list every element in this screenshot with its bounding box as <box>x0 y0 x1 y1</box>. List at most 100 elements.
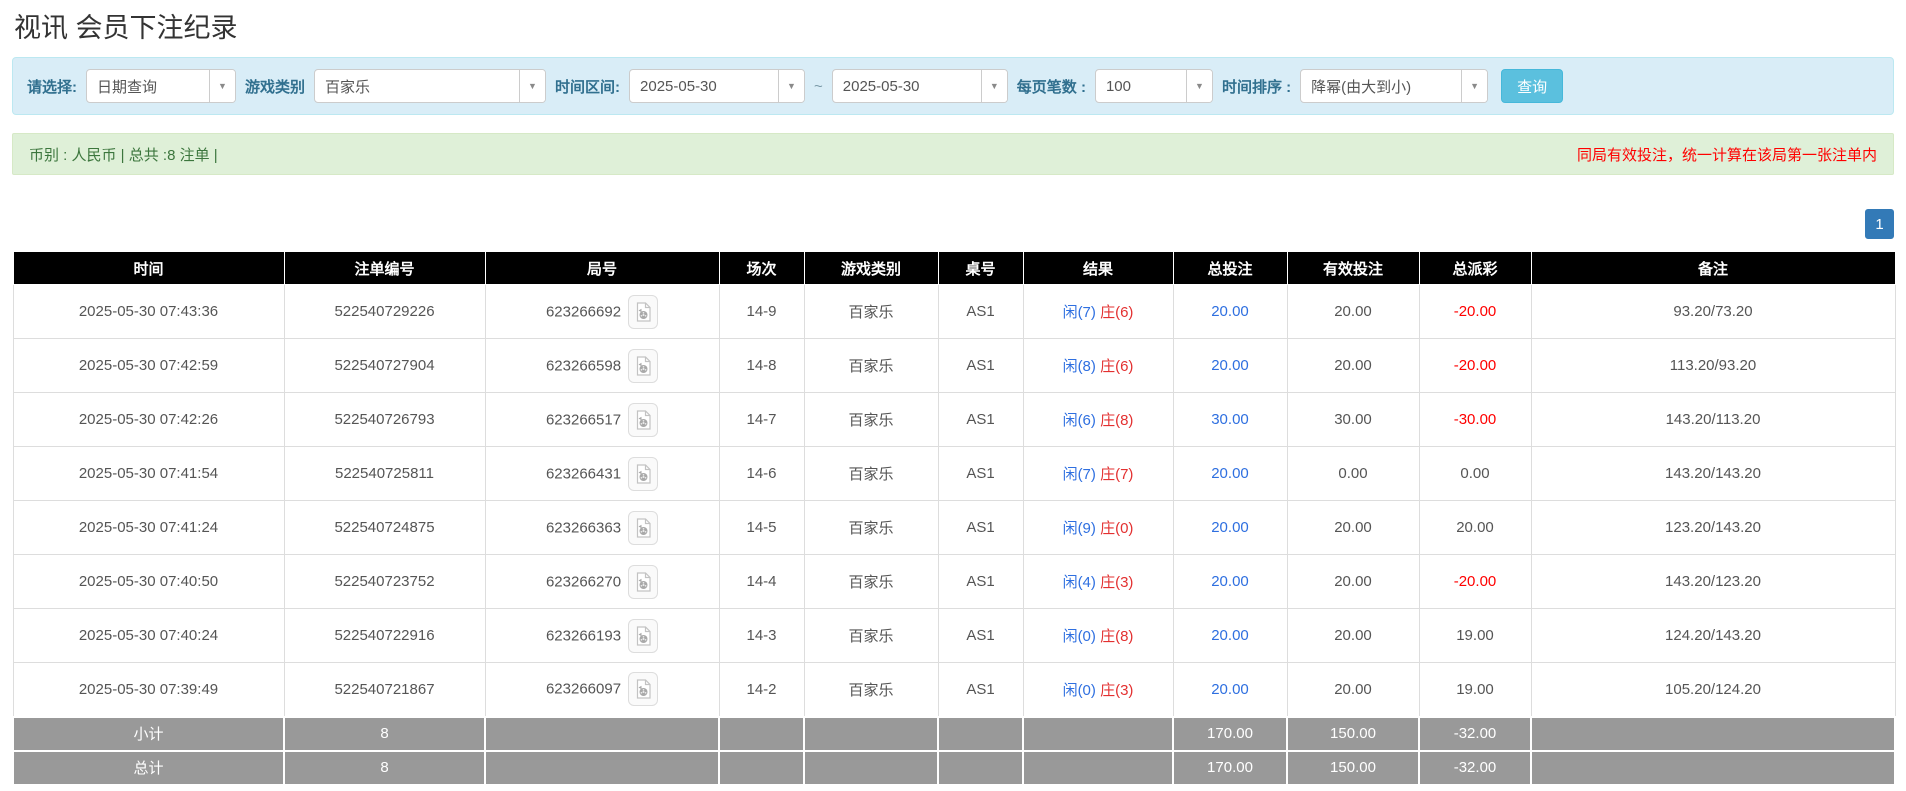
result-player: 闲(7) <box>1063 304 1096 321</box>
round-number: 623266193 <box>546 627 621 644</box>
subtotal-valid-bet: 150.00 <box>1287 717 1419 751</box>
chevron-down-icon[interactable]: ▼ <box>778 70 804 102</box>
video-replay-button[interactable] <box>628 619 658 653</box>
column-header-7: 总投注 <box>1173 252 1287 285</box>
cell-result: 闲(9) 庄(0) <box>1023 501 1173 555</box>
table-row-5: 2025-05-30 07:40:50522540723752623266270… <box>13 555 1895 609</box>
result-player: 闲(6) <box>1063 412 1096 429</box>
video-replay-icon <box>635 572 652 592</box>
summary-bar: 币别 : 人民币 | 总共 :8 注单 | 同局有效投注，统一计算在该局第一张注… <box>12 133 1894 175</box>
cell-total-bet: 20.00 <box>1173 339 1287 393</box>
chevron-down-icon[interactable]: ▼ <box>209 70 235 102</box>
result-player: 闲(0) <box>1063 682 1096 699</box>
query-type-select[interactable]: 日期查询 ▼ <box>86 69 236 103</box>
video-replay-button[interactable] <box>628 672 658 706</box>
chevron-down-icon[interactable]: ▼ <box>519 70 545 102</box>
search-button[interactable]: 查询 <box>1501 69 1563 103</box>
chevron-down-icon[interactable]: ▼ <box>981 70 1007 102</box>
column-header-2: 局号 <box>485 252 719 285</box>
video-replay-button[interactable] <box>628 295 658 329</box>
query-type-value: 日期查询 <box>87 70 209 102</box>
cell-time: 2025-05-30 07:42:26 <box>13 393 284 447</box>
cell-payout: 19.00 <box>1419 663 1531 717</box>
video-replay-icon <box>635 302 652 322</box>
cell-valid-bet: 30.00 <box>1287 393 1419 447</box>
video-replay-icon <box>635 464 652 484</box>
cell-total-bet: 30.00 <box>1173 393 1287 447</box>
cell-game-category: 百家乐 <box>804 555 938 609</box>
cell-valid-bet: 20.00 <box>1287 339 1419 393</box>
date-to-input[interactable]: 2025-05-30 ▼ <box>832 69 1008 103</box>
cell-valid-bet: 20.00 <box>1287 501 1419 555</box>
cell-payout: -30.00 <box>1419 393 1531 447</box>
total-row: 总计8170.00150.00-32.00 <box>13 751 1895 785</box>
subtotal-row: 小计8170.00150.00-32.00 <box>13 717 1895 751</box>
cell-remark: 143.20/123.20 <box>1531 555 1895 609</box>
total-label: 总计 <box>13 751 284 785</box>
cell-table-number: AS1 <box>938 285 1023 339</box>
total-empty-0 <box>485 751 719 785</box>
video-replay-icon <box>635 518 652 538</box>
total-bet-link[interactable]: 20.00 <box>1211 627 1249 644</box>
video-replay-button[interactable] <box>628 511 658 545</box>
table-row-1: 2025-05-30 07:42:59522540727904623266598… <box>13 339 1895 393</box>
round-number: 623266097 <box>546 681 621 698</box>
total-bet-link[interactable]: 20.00 <box>1211 573 1249 590</box>
subtotal-remark <box>1531 717 1895 751</box>
cell-session: 14-9 <box>719 285 804 339</box>
cell-remark: 143.20/143.20 <box>1531 447 1895 501</box>
column-header-9: 总派彩 <box>1419 252 1531 285</box>
round-number: 623266598 <box>546 357 621 374</box>
total-bet-link[interactable]: 20.00 <box>1211 303 1249 320</box>
page-size-select[interactable]: 100 ▼ <box>1095 69 1213 103</box>
cell-remark: 143.20/113.20 <box>1531 393 1895 447</box>
cell-valid-bet: 20.00 <box>1287 663 1419 717</box>
cell-remark: 113.20/93.20 <box>1531 339 1895 393</box>
total-empty-4 <box>1023 751 1173 785</box>
subtotal-total-bet: 170.00 <box>1173 717 1287 751</box>
total-empty-1 <box>719 751 804 785</box>
cell-round-id: 623266692 <box>485 285 719 339</box>
cell-table-number: AS1 <box>938 501 1023 555</box>
video-replay-button[interactable] <box>628 565 658 599</box>
cell-round-id: 623266431 <box>485 447 719 501</box>
cell-payout: -20.00 <box>1419 339 1531 393</box>
cell-payout: 19.00 <box>1419 609 1531 663</box>
cell-result: 闲(0) 庄(8) <box>1023 609 1173 663</box>
total-bet-link[interactable]: 20.00 <box>1211 357 1249 374</box>
game-category-select[interactable]: 百家乐 ▼ <box>314 69 546 103</box>
cell-session: 14-5 <box>719 501 804 555</box>
video-replay-button[interactable] <box>628 457 658 491</box>
subtotal-empty-3 <box>938 717 1023 751</box>
filter-bar: 请选择: 日期查询 ▼ 游戏类别 百家乐 ▼ 时间区间: 2025-05-30 … <box>12 57 1894 115</box>
total-bet-link[interactable]: 20.00 <box>1211 519 1249 536</box>
total-payout: -32.00 <box>1419 751 1531 785</box>
total-bet-link[interactable]: 20.00 <box>1211 465 1249 482</box>
pagination-page-1[interactable]: 1 <box>1865 209 1894 239</box>
cell-table-number: AS1 <box>938 393 1023 447</box>
round-number: 623266517 <box>546 411 621 428</box>
date-from-input[interactable]: 2025-05-30 ▼ <box>629 69 805 103</box>
cell-bet-id: 522540729226 <box>284 285 485 339</box>
chevron-down-icon[interactable]: ▼ <box>1461 70 1487 102</box>
cell-result: 闲(6) 庄(8) <box>1023 393 1173 447</box>
video-replay-button[interactable] <box>628 349 658 383</box>
video-replay-button[interactable] <box>628 403 658 437</box>
cell-session: 14-7 <box>719 393 804 447</box>
time-sort-select[interactable]: 降幂(由大到小) ▼ <box>1300 69 1488 103</box>
subtotal-empty-4 <box>1023 717 1173 751</box>
result-banker: 庄(7) <box>1100 466 1133 483</box>
round-number: 623266692 <box>546 303 621 320</box>
subtotal-empty-1 <box>719 717 804 751</box>
chevron-down-icon[interactable]: ▼ <box>1186 70 1212 102</box>
cell-bet-id: 522540725811 <box>284 447 485 501</box>
total-empty-2 <box>804 751 938 785</box>
cell-payout: 0.00 <box>1419 447 1531 501</box>
table-row-6: 2025-05-30 07:40:24522540722916623266193… <box>13 609 1895 663</box>
cell-valid-bet: 20.00 <box>1287 285 1419 339</box>
total-bet-link[interactable]: 30.00 <box>1211 411 1249 428</box>
query-type-label: 请选择: <box>27 76 77 97</box>
subtotal-label: 小计 <box>13 717 284 751</box>
total-bet-link[interactable]: 20.00 <box>1211 681 1249 698</box>
cell-round-id: 623266097 <box>485 663 719 717</box>
